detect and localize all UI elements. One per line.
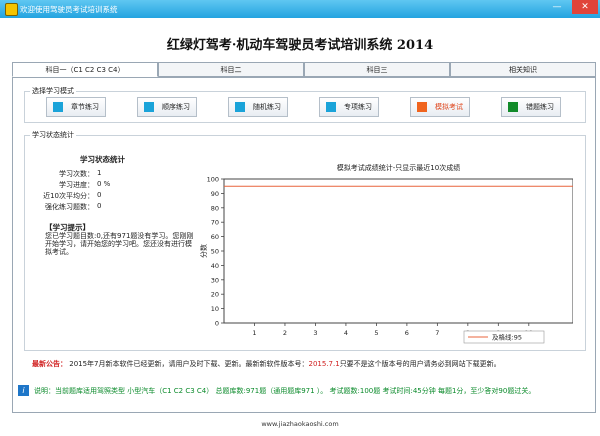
x-tick-label: 7: [435, 329, 439, 337]
study-count-label: 学习次数：: [59, 170, 94, 178]
chapter-practice-label: 章节练习: [71, 103, 99, 111]
score-chart: 模拟考试成绩统计-只显示最近10次成绩 0 10 20 30 40 50 60 70 80 90 10…: [199, 160, 574, 350]
y-tick-label: 100: [207, 176, 219, 184]
study-stats-label: 学习状态统计: [30, 130, 76, 140]
minimize-button[interactable]: —: [546, 0, 568, 14]
x-tick-label: 1: [252, 329, 256, 337]
y-tick-label: 60: [211, 233, 219, 241]
x-tick-label: 4: [344, 329, 348, 337]
x-tick-label: 5: [374, 329, 378, 337]
announcement-label: 最新公告：: [32, 360, 67, 368]
avg-score-value: 0: [97, 191, 102, 199]
y-tick-label: 0: [215, 320, 219, 328]
y-tick-label: 40: [211, 262, 219, 270]
announcement-text-2: 只要不是这个版本号的用户请务必到网站下载更新。: [339, 360, 501, 368]
study-progress-value: 0 %: [97, 180, 111, 188]
window-title-bar: 欢迎使用驾驶员考试培训系统 — ✕: [0, 0, 600, 18]
y-tick-label: 50: [211, 248, 219, 256]
study-count-value: 1: [97, 169, 102, 177]
x-tick-label: 3: [313, 329, 317, 337]
y-tick-label: 90: [211, 190, 219, 198]
description-bar: i 说明：当前题库适用驾照类型 小型汽车（C1 C2 C3 C4） 总题库数:9…: [12, 382, 596, 399]
x-tick-label: 2: [283, 329, 287, 337]
mock-exam-icon: [417, 102, 427, 112]
app-logo-icon: [5, 3, 18, 16]
wrong-question-label: 错题练习: [526, 103, 554, 111]
study-progress-label: 学习进度：: [59, 181, 94, 189]
intensive-count-value: 0: [97, 202, 102, 210]
chapter-practice-icon: [53, 102, 63, 112]
random-practice-icon: [235, 102, 245, 112]
y-tick-label: 30: [211, 276, 219, 284]
intensive-count-label: 强化练习题数：: [45, 203, 94, 211]
description-text: 说明：当前题库适用驾照类型 小型汽车（C1 C2 C3 C4） 总题库数:971…: [34, 387, 536, 395]
chart-title: 模拟考试成绩统计-只显示最近10次成绩: [337, 163, 460, 172]
announcement-version: 2015.7.1: [308, 360, 340, 368]
sequential-practice-label: 顺序练习: [162, 103, 190, 111]
info-icon: i: [18, 385, 29, 396]
tab-subject-two[interactable]: 科目二: [158, 62, 304, 77]
topic-practice-label: 专项练习: [344, 103, 372, 111]
y-tick-label: 10: [211, 305, 219, 313]
app-title: 红绿灯驾考·机动车驾驶员考试培训系统 2014: [166, 38, 434, 53]
tab-subject-one[interactable]: 科目一（C1 C2 C3 C4）: [12, 62, 158, 77]
wrong-question-icon: [508, 102, 518, 112]
x-tick-label: 6: [405, 329, 409, 337]
stats-title: 学习状态统计: [80, 155, 125, 164]
subject-tabs: 科目一（C1 C2 C3 C4） 科目二 科目三 相关知识: [12, 62, 596, 78]
y-tick-label: 70: [211, 219, 219, 227]
score-chart-svg: 模拟考试成绩统计-只显示最近10次成绩 0 10 20 30 40 50 60 70 80 90 10…: [199, 163, 574, 344]
random-practice-label: 随机练习: [253, 103, 281, 111]
mock-exam-button[interactable]: 模拟考试: [410, 97, 470, 117]
mock-exam-label: 模拟考试: [435, 103, 463, 111]
y-tick-label: 20: [211, 291, 219, 299]
topic-practice-button[interactable]: 专项练习: [319, 97, 379, 117]
sequential-practice-icon: [144, 102, 154, 112]
window-title: 欢迎使用驾驶员考试培训系统: [20, 5, 118, 14]
plot-area: [223, 178, 574, 324]
y-tick-label: 80: [211, 204, 219, 212]
wrong-question-practice-button[interactable]: 错题练习: [501, 97, 561, 117]
legend-label: 及格线:95: [492, 333, 522, 342]
announcement-text: 2015年7月新本软件已经更新，请用户及时下载、更新。最新新软件版本号：: [69, 360, 309, 368]
tab-subject-three[interactable]: 科目三: [304, 62, 450, 77]
avg-score-label: 近10次平均分：: [43, 192, 94, 200]
close-button[interactable]: ✕: [572, 0, 598, 14]
footer-url: www.jiazhaokaoshi.com: [261, 420, 339, 428]
random-practice-button[interactable]: 随机练习: [228, 97, 288, 117]
tip-body: 您已学习题目数:0,还有971题没有学习。您刚刚开始学习，请开始您的学习吧。您还…: [45, 232, 194, 256]
tab-related-knowledge[interactable]: 相关知识: [450, 62, 596, 77]
announcement: 最新公告： 2015年7月新本软件已经更新，请用户及时下载、更新。最新新软件版本…: [32, 359, 501, 369]
topic-practice-icon: [326, 102, 336, 112]
chapter-practice-button[interactable]: 章节练习: [46, 97, 106, 117]
sequential-practice-button[interactable]: 顺序练习: [137, 97, 197, 117]
study-mode-label: 选择学习模式: [30, 86, 76, 96]
y-axis-label: 分数: [200, 244, 208, 258]
